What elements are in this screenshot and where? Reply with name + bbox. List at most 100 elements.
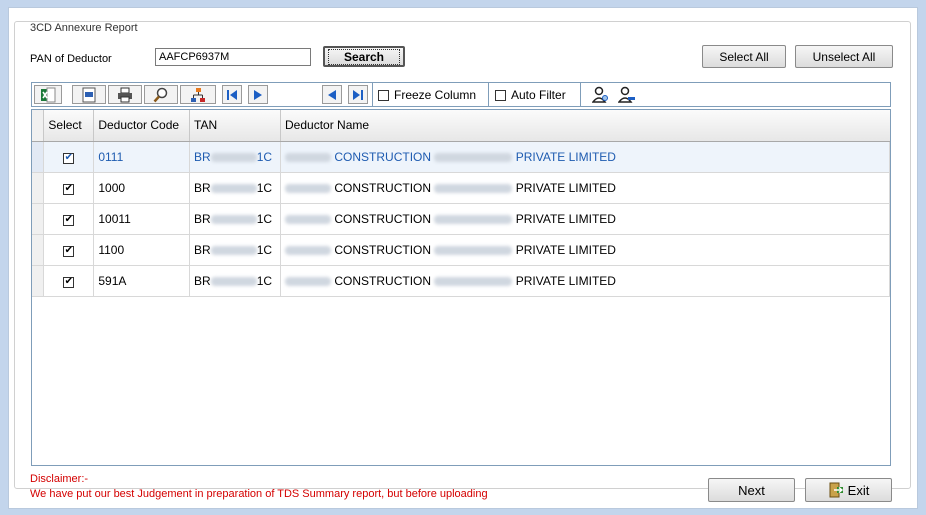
- find-button[interactable]: [144, 85, 178, 104]
- column-header-deductor-name[interactable]: Deductor Name: [280, 110, 890, 142]
- name-end: PRIVATE LIMITED: [515, 242, 616, 257]
- deductor-name-cell: CONSTRUCTION PRIVATE LIMITED: [280, 265, 890, 297]
- select-cell[interactable]: ✔: [43, 234, 95, 266]
- exit-door-icon: [829, 482, 843, 498]
- redacted-tan: [210, 245, 257, 255]
- table-row[interactable]: ✔ 1100 BR 1C CONSTRUCTION PRIVATE LIMITED: [32, 234, 890, 266]
- redacted-tan: [210, 152, 257, 162]
- table-header-row: Select Deductor Code TAN Deductor Name: [32, 110, 890, 142]
- first-record-button[interactable]: [222, 85, 242, 104]
- tan-prefix: BR: [194, 180, 211, 195]
- redacted-name-middle: [434, 183, 513, 193]
- name-mid: CONSTRUCTION: [334, 242, 432, 257]
- name-end: PRIVATE LIMITED: [515, 180, 616, 195]
- print-button[interactable]: [108, 85, 142, 104]
- hierarchy-icon: [191, 87, 205, 102]
- deductor-name-cell: CONSTRUCTION PRIVATE LIMITED: [280, 141, 890, 173]
- tan-suffix: 1C: [256, 211, 273, 226]
- redacted-name-middle: [434, 152, 513, 162]
- search-button[interactable]: Search: [323, 46, 405, 67]
- auto-filter-label: Auto Filter: [511, 88, 566, 102]
- redacted-name-middle: [434, 245, 513, 255]
- deductor-code-cell: 1000: [93, 172, 191, 204]
- redacted-tan: [210, 183, 257, 193]
- table-row[interactable]: ✔ 0111 BR 1C CONSTRUCTION PRIVATE LIMITED: [32, 141, 890, 173]
- back-arrow-icon: [328, 89, 336, 100]
- name-mid: CONSTRUCTION: [334, 211, 432, 226]
- redacted-tan: [210, 214, 257, 224]
- unselect-all-button[interactable]: Unselect All: [795, 45, 893, 68]
- tan-suffix: 1C: [256, 149, 273, 164]
- group-button[interactable]: [180, 85, 216, 104]
- tan-suffix: 1C: [256, 242, 273, 257]
- redacted-name-start: [285, 152, 332, 162]
- deductor-name-cell: CONSTRUCTION PRIVATE LIMITED: [280, 172, 890, 204]
- freeze-column-checkbox[interactable]: [378, 89, 389, 101]
- table-row[interactable]: ✔ 591A BR 1C CONSTRUCTION PRIVATE LIMITED: [32, 265, 890, 297]
- select-cell[interactable]: ✔: [43, 265, 95, 297]
- row-indicator: [32, 234, 45, 266]
- select-cell[interactable]: ✔: [43, 203, 95, 235]
- select-all-button[interactable]: Select All: [702, 45, 786, 68]
- column-header-tan[interactable]: TAN: [189, 110, 282, 142]
- previous-page-button[interactable]: [322, 85, 342, 104]
- first-arrow-icon: [227, 89, 237, 100]
- name-mid: CONSTRUCTION: [334, 180, 432, 195]
- name-end: PRIVATE LIMITED: [515, 273, 616, 288]
- deductor-grid: Select Deductor Code TAN Deductor Name ✔…: [31, 109, 891, 466]
- excel-icon: [41, 87, 56, 102]
- export-pdf-button[interactable]: [72, 85, 106, 104]
- column-header-deductor-code[interactable]: Deductor Code: [93, 110, 191, 142]
- clear-user-search-button[interactable]: [617, 86, 636, 107]
- next-button[interactable]: Next: [708, 478, 795, 502]
- select-cell[interactable]: ✔: [43, 141, 95, 173]
- row-indicator: [32, 172, 45, 204]
- deductor-code-cell: 1100: [93, 234, 191, 266]
- exit-button[interactable]: Exit: [805, 478, 892, 502]
- row-checkbox[interactable]: ✔: [63, 152, 75, 164]
- last-arrow-icon: [353, 89, 363, 100]
- redacted-name-start: [285, 245, 332, 255]
- pan-input[interactable]: [155, 48, 311, 66]
- tan-prefix: BR: [194, 211, 211, 226]
- row-checkbox[interactable]: ✔: [63, 276, 75, 288]
- table-row[interactable]: ✔ 1000 BR 1C CONSTRUCTION PRIVATE LIMITED: [32, 172, 890, 204]
- toolbar-separator: [372, 83, 373, 106]
- toolbar-separator: [580, 83, 581, 106]
- redacted-name-start: [285, 183, 332, 193]
- tan-cell: BR 1C: [189, 203, 282, 235]
- auto-filter-toggle[interactable]: Auto Filter: [495, 88, 566, 102]
- search-button-label: Search: [327, 48, 401, 65]
- user-clear-icon: [617, 86, 635, 103]
- disclaimer-title: Disclaimer:-: [30, 473, 89, 485]
- tan-suffix: 1C: [256, 273, 273, 288]
- freeze-column-toggle[interactable]: Freeze Column: [378, 88, 476, 102]
- name-mid: CONSTRUCTION: [334, 273, 432, 288]
- select-cell[interactable]: ✔: [43, 172, 95, 204]
- document-icon: [82, 87, 96, 102]
- redacted-tan: [210, 276, 257, 286]
- tan-cell: BR 1C: [189, 265, 282, 297]
- deductor-name-cell: CONSTRUCTION PRIVATE LIMITED: [280, 234, 890, 266]
- grid-toolbar: Freeze Column Auto Filter: [31, 82, 891, 107]
- tan-cell: BR 1C: [189, 141, 282, 173]
- export-excel-button[interactable]: [34, 85, 62, 104]
- row-checkbox[interactable]: ✔: [63, 245, 75, 257]
- group-title: 3CD Annexure Report: [28, 22, 140, 34]
- disclaimer-text: We have put our best Judgement in prepar…: [30, 488, 488, 500]
- deductor-name-cell: CONSTRUCTION PRIVATE LIMITED: [280, 203, 890, 235]
- row-indicator-header: [32, 110, 45, 142]
- auto-filter-checkbox[interactable]: [495, 89, 506, 101]
- last-record-button[interactable]: [348, 85, 368, 104]
- name-mid: CONSTRUCTION: [334, 149, 432, 164]
- search-user-button[interactable]: [591, 86, 610, 107]
- tan-prefix: BR: [194, 149, 211, 164]
- row-checkbox[interactable]: ✔: [63, 183, 75, 195]
- exit-button-label: Exit: [847, 482, 870, 498]
- table-row[interactable]: ✔ 10011 BR 1C CONSTRUCTION PRIVATE LIMITE…: [32, 203, 890, 235]
- row-checkbox[interactable]: ✔: [63, 214, 75, 226]
- column-header-select[interactable]: Select: [43, 110, 95, 142]
- next-record-button[interactable]: [248, 85, 268, 104]
- row-indicator: [32, 141, 45, 173]
- tan-suffix: 1C: [256, 180, 273, 195]
